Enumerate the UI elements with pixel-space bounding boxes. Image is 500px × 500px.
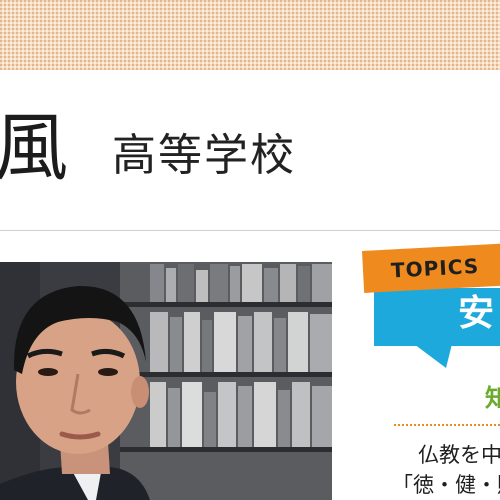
topics-body-line-2: 「徳・健・財	[392, 473, 500, 497]
topics-heading: 知	[485, 384, 500, 412]
topics-body-line-1: 仏教を中	[418, 443, 500, 467]
topics-tag[interactable]: TOPICS	[362, 243, 500, 293]
dotted-divider	[394, 424, 500, 426]
student-portrait-illustration	[0, 262, 332, 500]
textured-header-band	[0, 0, 500, 70]
topics-bubble-text: 安	[458, 293, 495, 334]
header-divider	[0, 230, 500, 231]
student-photo	[0, 262, 332, 500]
school-type-label: 高等学校	[112, 130, 296, 181]
school-name-kanji: 風	[0, 105, 68, 191]
